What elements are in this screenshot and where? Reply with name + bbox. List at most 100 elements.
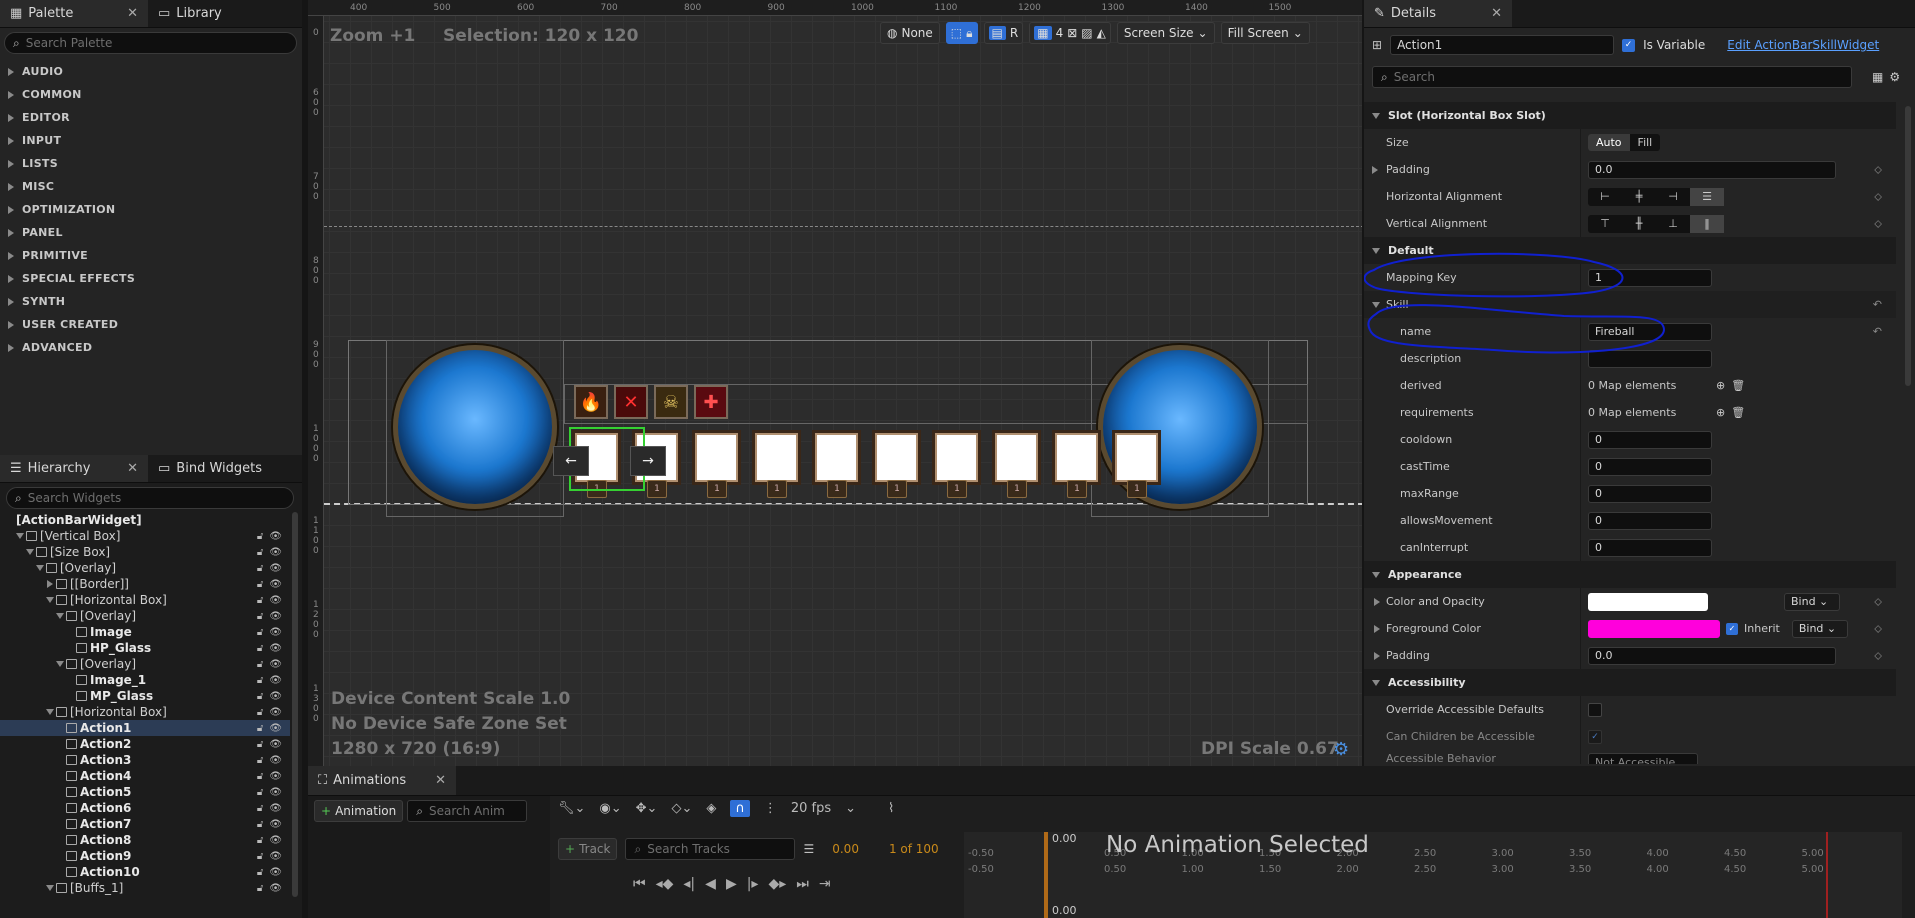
hierarchy-item[interactable]: [[Border]] 🔓︎ 👁︎ [0, 576, 290, 592]
eye-icon[interactable]: 👁︎ [269, 547, 282, 558]
close-icon[interactable]: ✕ [1491, 6, 1502, 21]
details-scrollbar[interactable] [1905, 106, 1911, 386]
align-right-icon[interactable]: ⊣ [1656, 188, 1690, 206]
lock-icon[interactable]: 🔓︎ [257, 739, 263, 750]
respect-locks-button[interactable]: ▤ R [983, 22, 1024, 44]
collapse-icon[interactable] [24, 549, 36, 555]
palette-category-user-created[interactable]: USER CREATED [0, 313, 302, 336]
eye-icon[interactable]: 👁︎ [269, 579, 282, 590]
behavior-dropdown[interactable]: Not Accessible [1588, 753, 1698, 764]
magnet-icon[interactable]: ∩ [730, 800, 750, 817]
more-icon[interactable]: ⋮ [764, 801, 777, 816]
section-slot[interactable]: Slot (Horizontal Box Slot) [1364, 102, 1896, 129]
collapse-icon[interactable] [14, 533, 26, 539]
lock-icon[interactable]: 🔓︎ [257, 723, 263, 734]
lock-icon[interactable]: 🔓︎ [257, 563, 263, 574]
keyframe-icon[interactable]: ⬦ [1874, 622, 1882, 636]
move-right-button[interactable]: → [630, 446, 666, 476]
lock-icon[interactable]: 🔓︎ [257, 771, 263, 782]
move-left-button[interactable]: ← [553, 446, 589, 476]
lock-icon[interactable]: 🔓︎ [257, 611, 263, 622]
tab-details[interactable]: ✎ Details ✕ [1364, 0, 1512, 27]
cooldown-field[interactable]: 0 [1588, 430, 1712, 449]
lock-icon[interactable]: 🔓︎ [257, 579, 263, 590]
bind-dropdown[interactable]: Bind ⌄ [1791, 619, 1848, 638]
expand-icon[interactable] [1372, 165, 1378, 174]
section-default[interactable]: Default [1364, 237, 1896, 264]
keyframe-icon[interactable]: ⬦ [1874, 163, 1882, 177]
action-slot[interactable] [932, 430, 981, 485]
collapse-icon[interactable] [44, 597, 56, 603]
screen-size-dropdown[interactable]: Screen Size ⌄ [1116, 22, 1215, 44]
palette-category-audio[interactable]: AUDIO [0, 60, 302, 83]
trash-icon[interactable]: 🗑︎ [1731, 379, 1745, 392]
maxrange-field[interactable]: 0 [1588, 484, 1712, 503]
timeline-area[interactable]: 0.00 0.00 -0.50 0.50 1.00 1.50 2.00 2.50 3.00 3… [964, 832, 1902, 918]
color-opacity-swatch[interactable] [1588, 592, 1708, 611]
hierarchy-search-input[interactable]: ⌕ Search Widgets [6, 487, 294, 509]
time-field[interactable]: 0.00 [832, 842, 859, 856]
eye-icon[interactable]: ◉⌄ [599, 801, 621, 816]
description-field[interactable] [1588, 349, 1712, 368]
hierarchy-item[interactable]: MP_Glass 🔓︎ 👁︎ [0, 688, 290, 704]
grid-snap-button[interactable]: ▦ 4 ⊠ ▨ ◭ [1029, 22, 1111, 44]
align-fill-icon[interactable]: ☰ [1690, 187, 1724, 206]
eye-icon[interactable]: 👁︎ [269, 691, 282, 702]
eye-icon[interactable]: 👁︎ [269, 883, 282, 894]
eye-icon[interactable]: 👁︎ [269, 723, 282, 734]
hierarchy-item[interactable]: Action10 🔓︎ 👁︎ [0, 864, 290, 880]
hierarchy-item[interactable]: Image_1 🔓︎ 👁︎ [0, 672, 290, 688]
lock-icon[interactable]: 🔓︎ [257, 867, 263, 878]
palette-search-input[interactable]: ⌕ Search Palette [4, 32, 297, 54]
eye-icon[interactable]: 👁︎ [269, 707, 282, 718]
name-field[interactable]: Fireball [1588, 322, 1712, 341]
lock-icon[interactable]: 🔓︎ [257, 707, 263, 718]
hierarchy-item[interactable]: Action8 🔓︎ 👁︎ [0, 832, 290, 848]
size-fill-button[interactable]: Fill [1630, 134, 1661, 151]
section-appearance[interactable]: Appearance [1364, 561, 1896, 588]
widget-name-field[interactable]: Action1 [1390, 35, 1615, 55]
eye-icon[interactable]: 👁︎ [269, 627, 282, 638]
play-icon[interactable]: ▶ [726, 876, 737, 892]
action-slot[interactable] [1052, 430, 1101, 485]
curve-editor-icon[interactable]: ⌇ [888, 801, 894, 816]
tab-bind-widgets[interactable]: ▭ Bind Widgets [148, 455, 272, 482]
hierarchy-item[interactable]: Action9 🔓︎ 👁︎ [0, 848, 290, 864]
hierarchy-item[interactable]: Action4 🔓︎ 👁︎ [0, 768, 290, 784]
collapse-icon[interactable] [54, 661, 66, 667]
auto-key-icon[interactable]: ◈ [706, 801, 716, 816]
designer-viewport[interactable]: 400 500 600 700 800 900 1000 1100 1200 1300 1400 15… [308, 0, 1362, 766]
tab-palette[interactable]: ▦ Palette ✕ [0, 0, 148, 27]
close-icon[interactable]: ✕ [435, 773, 446, 788]
mapping-key-field[interactable]: 1 [1588, 268, 1712, 287]
wrench-icon[interactable]: 🔧︎⌄ [558, 801, 585, 816]
action-slot[interactable] [752, 430, 801, 485]
step-forward-icon[interactable]: |▸ [747, 876, 759, 892]
section-accessibility[interactable]: Accessibility [1364, 669, 1896, 696]
reset-icon[interactable]: ↶ [1873, 325, 1882, 338]
align-left-icon[interactable]: ⊢ [1588, 188, 1622, 206]
collapse-icon[interactable] [34, 565, 46, 571]
transform-icon[interactable]: ✥⌄ [636, 801, 658, 816]
world-none-button[interactable]: ◍ None [880, 22, 940, 44]
play-reverse-icon[interactable]: ◀ [705, 876, 716, 892]
eye-icon[interactable]: 👁︎ [269, 563, 282, 574]
foreground-swatch[interactable] [1588, 619, 1720, 638]
search-tracks-input[interactable]: ⌕ Search Tracks [625, 838, 796, 860]
action-slot[interactable] [692, 430, 741, 485]
lock-icon[interactable]: 🔓︎ [257, 675, 263, 686]
lock-icon[interactable]: 🔓︎ [257, 803, 263, 814]
collapse-icon[interactable] [54, 613, 66, 619]
reset-icon[interactable]: ↶ [1873, 298, 1882, 311]
keyframe-icon[interactable]: ⬦ [1874, 217, 1882, 231]
eye-icon[interactable]: 👁︎ [269, 819, 282, 830]
hierarchy-item[interactable]: [Horizontal Box] 🔓︎ 👁︎ [0, 592, 290, 608]
align-bottom-icon[interactable]: ⊥ [1656, 215, 1690, 233]
palette-category-input[interactable]: INPUT [0, 129, 302, 152]
fps-dropdown[interactable]: 20 fps [791, 801, 831, 816]
add-track-button[interactable]: + Track [558, 838, 618, 860]
hierarchy-item[interactable]: [Vertical Box] 🔓︎ 👁︎ [0, 528, 290, 544]
hierarchy-item[interactable]: Action1 🔓︎ 👁︎ [0, 720, 290, 736]
add-animation-button[interactable]: + Animation [314, 800, 404, 822]
eye-icon[interactable]: 👁︎ [269, 851, 282, 862]
